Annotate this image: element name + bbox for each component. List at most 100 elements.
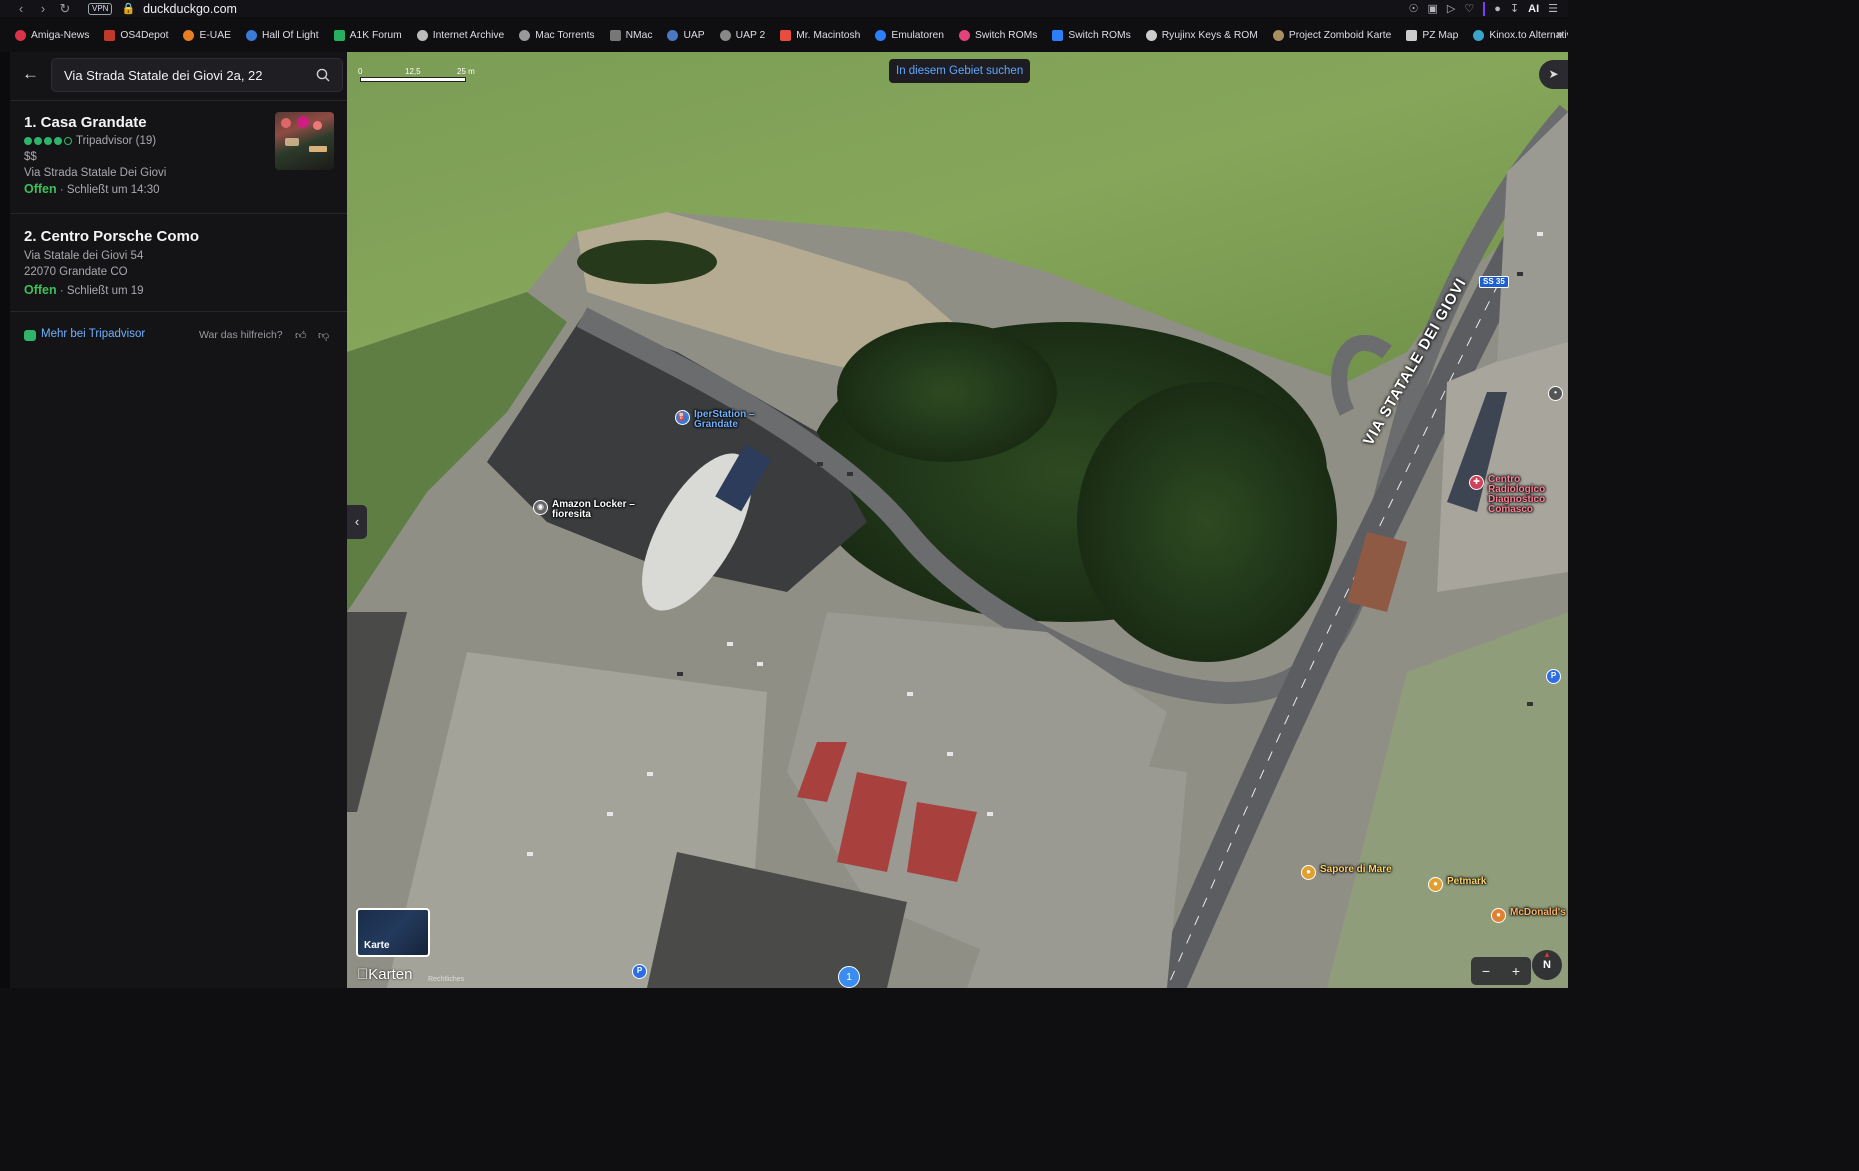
bookmark-label: Mr. Macintosh	[796, 29, 861, 41]
restaurant-icon: ●	[1301, 865, 1316, 880]
poi-marker[interactable]: ● Petmark	[1428, 877, 1486, 892]
search-box[interactable]	[51, 58, 343, 92]
download-icon[interactable]: ↧	[1510, 2, 1519, 15]
result-item[interactable]: 2. Centro Porsche Como Via Statale dei G…	[10, 214, 347, 312]
map-type-toggle[interactable]: Karte	[356, 908, 430, 957]
hours-text: · Schließt um 14:30	[56, 184, 160, 196]
menu-icon[interactable]: ☰	[1548, 2, 1558, 15]
play-icon[interactable]: ▷	[1447, 2, 1455, 15]
search-input[interactable]	[64, 59, 304, 91]
bookmark-item[interactable]: NMac	[609, 29, 652, 41]
rating-dot	[24, 137, 32, 145]
locate-me-icon[interactable]: ➤	[1539, 60, 1568, 89]
bookmark-item[interactable]: Emulatoren	[875, 29, 944, 41]
parking-icon: P	[632, 964, 647, 979]
toolbar-right: ☉ ▣ ▷ ♡ ● ↧ AI ☰	[1409, 0, 1558, 17]
zoom-in-icon[interactable]: +	[1512, 963, 1520, 979]
results-panel: ← 1. Casa Grandate Tripadvisor (19) $$ V…	[10, 52, 347, 988]
bookmark-item[interactable]: Mac Torrents	[519, 29, 595, 41]
map-type-label: Karte	[364, 940, 390, 951]
bookmark-item[interactable]: Kinox.to Alternativen	[1473, 29, 1568, 41]
compass-icon[interactable]: N	[1532, 950, 1562, 980]
bookmark-favicon-icon	[780, 29, 792, 41]
zoom-out-icon[interactable]: −	[1482, 963, 1490, 979]
result-price: $$	[24, 151, 37, 163]
bookmark-item[interactable]: Switch ROMs	[958, 29, 1037, 41]
bookmark-item[interactable]: A1K Forum	[333, 29, 402, 41]
bookmark-favicon-icon	[15, 29, 26, 41]
bookmark-label: Mac Torrents	[535, 29, 595, 41]
bookmark-item[interactable]: E-UAE	[183, 29, 231, 41]
back-icon[interactable]: ‹	[10, 1, 32, 16]
road-shield: SS 35	[1479, 276, 1509, 288]
tripadvisor-link[interactable]: Mehr bei Tripadvisor	[41, 328, 145, 340]
poi-marker[interactable]: ● McDonald's	[1491, 908, 1566, 923]
bookmark-item[interactable]: Hall Of Light	[245, 29, 319, 41]
bookmark-item[interactable]: UAP	[667, 29, 705, 41]
pin-icon[interactable]: ☉	[1409, 2, 1419, 15]
ai-button[interactable]: AI	[1528, 3, 1539, 15]
bookmark-item[interactable]: Project Zomboid Karte	[1272, 29, 1391, 41]
result-item[interactable]: 1. Casa Grandate Tripadvisor (19) $$ Via…	[10, 100, 347, 214]
bookmark-favicon-icon	[519, 29, 531, 41]
bookmark-label: A1K Forum	[349, 29, 402, 41]
parking-icon: P	[1546, 669, 1561, 684]
hours-text: · Schließt um 19	[56, 285, 144, 297]
heart-icon[interactable]: ♡	[1464, 2, 1474, 15]
bookmark-item[interactable]: Mr. Macintosh	[780, 29, 861, 41]
bookmark-favicon-icon	[1406, 29, 1418, 41]
thumbs-down-icon[interactable]: 👎︎	[318, 329, 329, 342]
bookmark-item[interactable]: Amiga-News	[15, 29, 89, 41]
result-title[interactable]: 2. Centro Porsche Como	[24, 228, 199, 245]
bookmark-item[interactable]: UAP 2	[719, 29, 765, 41]
bookmark-item[interactable]: Switch ROMs	[1052, 29, 1131, 41]
shop-icon: ●	[1428, 877, 1443, 892]
rating-dot	[34, 137, 42, 145]
forward-icon[interactable]: ›	[32, 1, 54, 16]
bookmarks-overflow-icon[interactable]: »	[1556, 27, 1563, 41]
bookmark-favicon-icon	[104, 29, 116, 41]
bookmark-item[interactable]: Ryujinx Keys & ROM	[1145, 29, 1258, 41]
reload-icon[interactable]: ↻	[54, 1, 76, 17]
result-title[interactable]: 1. Casa Grandate	[24, 114, 147, 131]
poi-marker[interactable]: P	[1546, 669, 1561, 684]
bookmark-item[interactable]: OS4Depot	[104, 29, 168, 41]
bookmark-label: UAP	[683, 29, 705, 41]
poi-marker[interactable]: ⛽ IperStation – Grandate	[675, 410, 770, 430]
collapse-panel-button[interactable]: ‹	[347, 505, 367, 539]
rating-dots	[24, 137, 72, 145]
zoom-control: − +	[1471, 957, 1531, 985]
result-cluster-marker[interactable]: 1	[838, 966, 860, 988]
result-address-2: 22070 Grandate CO	[24, 266, 128, 278]
address-bar[interactable]: duckduckgo.com	[143, 2, 237, 16]
search-icon[interactable]	[316, 68, 330, 82]
poi-label: McDonald's	[1510, 907, 1566, 918]
tripadvisor-icon	[24, 330, 36, 341]
poi-marker[interactable]: P	[632, 964, 647, 979]
bookmark-item[interactable]: Internet Archive	[416, 29, 504, 41]
satellite-imagery[interactable]	[347, 52, 1568, 988]
bookmark-label: E-UAE	[199, 29, 231, 41]
legal-link[interactable]: Rechtliches	[428, 976, 464, 983]
bookmark-item[interactable]: PZ Map	[1406, 29, 1458, 41]
poi-marker[interactable]: ✚ Centro Radiologico Diagnostico Comasco	[1469, 475, 1561, 515]
poi-label: Sapore di Mare	[1320, 864, 1392, 875]
screenshot-icon[interactable]: ▣	[1428, 2, 1438, 15]
profile-icon[interactable]: ●	[1494, 3, 1501, 15]
result-thumbnail[interactable]	[275, 112, 334, 170]
search-this-area-button[interactable]: In diesem Gebiet suchen	[889, 59, 1031, 83]
toolbar-separator	[1483, 1, 1486, 16]
poi-marker[interactable]: •	[1548, 386, 1563, 401]
poi-marker[interactable]: ● Sapore di Mare	[1301, 865, 1392, 880]
poi-marker[interactable]: ◉ Amazon Locker – fioresita	[533, 500, 648, 520]
result-rating: Tripadvisor (19)	[24, 135, 156, 147]
vpn-badge[interactable]: VPN	[88, 2, 113, 15]
bookmark-label: Hall Of Light	[261, 29, 319, 41]
back-arrow-icon[interactable]: ←	[22, 65, 40, 83]
map-view[interactable]	[347, 52, 1568, 988]
thumbs-up-icon[interactable]: 👍︎	[295, 329, 307, 342]
fuel-station-icon: ⛽	[675, 410, 690, 425]
result-address: Via Statale dei Giovi 54	[24, 250, 144, 262]
medical-icon: ✚	[1469, 475, 1484, 490]
bookmark-favicon-icon	[667, 29, 679, 41]
